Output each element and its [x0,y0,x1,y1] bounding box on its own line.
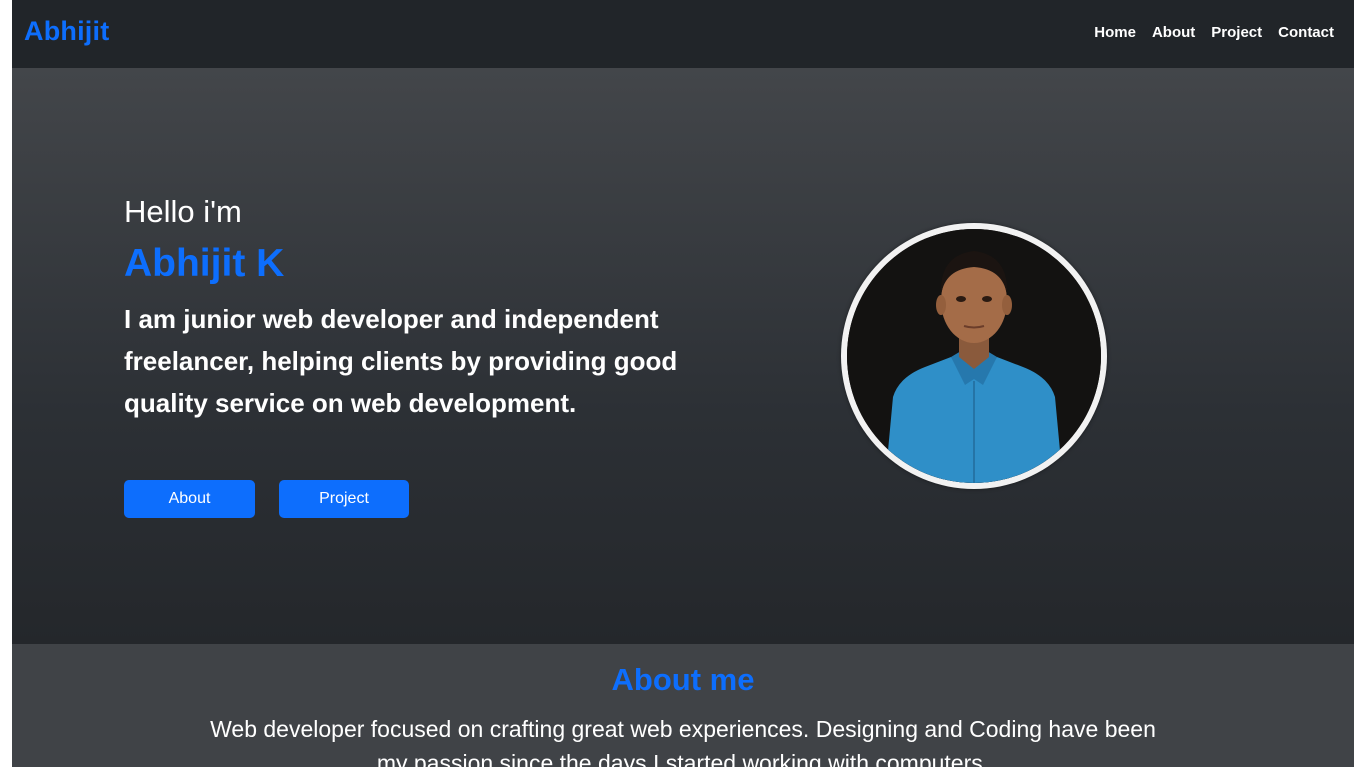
brand-logo[interactable]: Abhijit [24,16,109,47]
project-button[interactable]: Project [279,480,409,518]
nav-link-project[interactable]: Project [1211,24,1262,41]
profile-photo-illustration [847,229,1101,483]
navbar: Abhijit Home About Project Contact [12,0,1354,68]
about-title: About me [611,662,755,697]
hero-tagline: I am junior web developer and independen… [124,304,678,418]
hero-greeting: Hello i'm [124,194,242,229]
about-section: About me Web developer focused on crafti… [12,644,1354,767]
nav-link-home[interactable]: Home [1094,24,1136,41]
hero-name: Abhijit K [124,242,285,285]
nav-link-about[interactable]: About [1152,24,1195,41]
nav-link-contact[interactable]: Contact [1278,24,1334,41]
nav-links: Home About Project Contact [1094,24,1334,41]
page: Abhijit Home About Project Contact Hello… [12,0,1354,767]
about-text: Web developer focused on crafting great … [210,716,1156,767]
profile-photo [847,229,1101,483]
about-button[interactable]: About [124,480,255,518]
profile-photo-frame [841,223,1107,489]
hero-section: Hello i'm Abhijit K I am junior web deve… [12,68,1354,644]
